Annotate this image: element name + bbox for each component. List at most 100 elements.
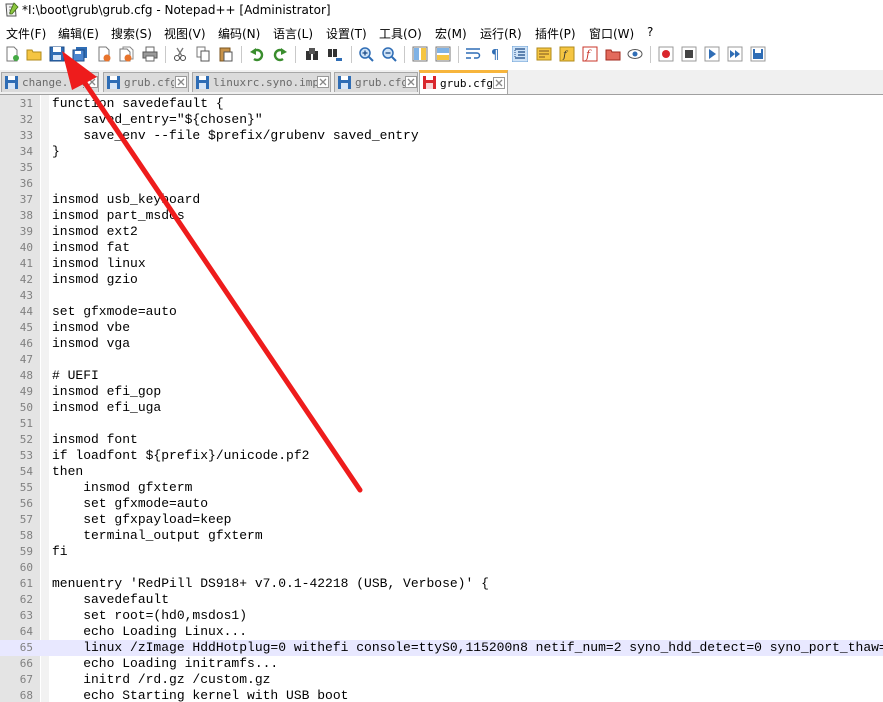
print-icon[interactable] <box>142 46 158 62</box>
menu-help[interactable]: ? <box>647 25 653 39</box>
code-line[interactable]: 53 if loadfont ${prefix}/unicode.pf2 <box>0 448 883 464</box>
document-map-icon[interactable] <box>536 46 552 62</box>
copy-icon[interactable] <box>195 46 211 62</box>
code-text[interactable]: insmod fat <box>52 240 130 256</box>
code-text[interactable]: terminal_output gfxterm <box>52 528 262 544</box>
save-icon[interactable] <box>49 46 65 62</box>
code-text[interactable]: insmod ext2 <box>52 224 138 240</box>
run-macro-multiple-icon[interactable] <box>727 46 743 62</box>
save-all-icon[interactable] <box>72 46 88 62</box>
tab-close-icon[interactable] <box>317 76 329 88</box>
code-line[interactable]: 36 <box>0 176 883 192</box>
code-text[interactable]: insmod vga <box>52 336 130 352</box>
cut-icon[interactable] <box>172 46 188 62</box>
code-line[interactable]: 34} <box>0 144 883 160</box>
code-text[interactable]: insmod gzio <box>52 272 138 288</box>
code-text[interactable]: set gfxmode=auto <box>52 304 177 320</box>
code-line[interactable]: 37 insmod usb_keyboard <box>0 192 883 208</box>
tab-close-icon[interactable] <box>493 77 505 89</box>
code-line[interactable]: 60 <box>0 560 883 576</box>
code-line[interactable]: 52 insmod font <box>0 432 883 448</box>
undo-icon[interactable] <box>249 46 265 62</box>
tab-linuxrc-syno-impl[interactable]: linuxrc.syno.impl <box>192 72 331 92</box>
menu-window[interactable]: 窗口(W) <box>589 25 634 42</box>
code-text[interactable]: # UEFI <box>52 368 99 384</box>
menu-edit[interactable]: 编辑(E) <box>58 25 99 42</box>
code-text[interactable]: insmod part_msdos <box>52 208 185 224</box>
code-line[interactable]: 56 set gfxmode=auto <box>0 496 883 512</box>
code-line[interactable]: 33 save_env --file $prefix/grubenv saved… <box>0 128 883 144</box>
close-all-icon[interactable] <box>118 46 134 62</box>
menu-run[interactable]: 运行(R) <box>480 25 522 42</box>
function-list-icon[interactable]: f <box>559 46 575 62</box>
code-line[interactable]: 46 insmod vga <box>0 336 883 352</box>
find-icon[interactable] <box>304 46 320 62</box>
record-macro-icon[interactable] <box>658 46 674 62</box>
code-text[interactable]: linux /zImage HddHotplug=0 withefi conso… <box>52 640 883 656</box>
code-line[interactable]: 32 saved_entry="${chosen}" <box>0 112 883 128</box>
code-line[interactable]: 68 echo Starting kernel with USB boot <box>0 688 883 702</box>
code-line[interactable]: 62 savedefault <box>0 592 883 608</box>
redo-icon[interactable] <box>272 46 288 62</box>
menu-view[interactable]: 视图(V) <box>164 25 206 42</box>
code-line[interactable]: 44 set gfxmode=auto <box>0 304 883 320</box>
code-text[interactable]: echo Loading initramfs... <box>52 656 278 672</box>
code-line[interactable]: 64 echo Loading Linux... <box>0 624 883 640</box>
code-line[interactable]: 50 insmod efi_uga <box>0 400 883 416</box>
code-line[interactable]: 40 insmod fat <box>0 240 883 256</box>
code-text[interactable]: insmod efi_gop <box>52 384 161 400</box>
new-icon[interactable] <box>4 46 20 62</box>
code-line[interactable]: 61 menuentry 'RedPill DS918+ v7.0.1-42218… <box>0 576 883 592</box>
code-text[interactable]: set gfxpayload=keep <box>52 512 231 528</box>
code-line[interactable]: 35 <box>0 160 883 176</box>
tab-close-icon[interactable] <box>175 76 187 88</box>
sync-horizontal-icon[interactable] <box>435 46 451 62</box>
code-text[interactable]: set gfxmode=auto <box>52 496 208 512</box>
paste-icon[interactable] <box>218 46 234 62</box>
folder-workspace-icon[interactable]: f <box>582 46 598 62</box>
code-line[interactable]: 57 set gfxpayload=keep <box>0 512 883 528</box>
code-text[interactable]: insmod gfxterm <box>52 480 192 496</box>
code-text[interactable]: initrd /rd.gz /custom.gz <box>52 672 270 688</box>
menu-plugins[interactable]: 插件(P) <box>535 25 576 42</box>
code-text[interactable]: menuentry 'RedPill DS918+ v7.0.1-42218 (… <box>52 576 489 592</box>
code-line[interactable]: 45 insmod vbe <box>0 320 883 336</box>
monitor-icon[interactable] <box>627 46 643 62</box>
zoom-out-icon[interactable] <box>381 46 397 62</box>
code-line[interactable]: 47 <box>0 352 883 368</box>
code-line[interactable]: 42 insmod gzio <box>0 272 883 288</box>
show-all-chars-icon[interactable]: ¶ <box>488 46 504 62</box>
code-line[interactable]: 55 insmod gfxterm <box>0 480 883 496</box>
code-text[interactable]: echo Loading Linux... <box>52 624 247 640</box>
sync-vertical-icon[interactable] <box>412 46 428 62</box>
code-line[interactable]: 58 terminal_output gfxterm <box>0 528 883 544</box>
code-text[interactable]: savedefault <box>52 592 169 608</box>
menu-file[interactable]: 文件(F) <box>6 25 46 42</box>
open-icon[interactable] <box>26 46 42 62</box>
menu-encoding[interactable]: 编码(N) <box>218 25 260 42</box>
menu-tools[interactable]: 工具(O) <box>379 25 422 42</box>
code-line[interactable]: 66 echo Loading initramfs... <box>0 656 883 672</box>
code-text[interactable]: fi <box>52 544 68 560</box>
tab-close-icon[interactable] <box>405 76 417 88</box>
code-text[interactable]: set root=(hd0,msdos1) <box>52 608 247 624</box>
code-line[interactable]: 38 insmod part_msdos <box>0 208 883 224</box>
code-text[interactable]: save_env --file $prefix/grubenv saved_en… <box>52 128 418 144</box>
indent-guide-icon[interactable] <box>512 46 528 62</box>
zoom-in-icon[interactable] <box>358 46 374 62</box>
tab-change-log[interactable]: change.log <box>1 72 99 92</box>
replace-icon[interactable] <box>327 46 343 62</box>
word-wrap-icon[interactable] <box>465 46 481 62</box>
code-text[interactable]: insmod font <box>52 432 138 448</box>
code-line[interactable]: 67 initrd /rd.gz /custom.gz <box>0 672 883 688</box>
code-text[interactable]: insmod usb_keyboard <box>52 192 200 208</box>
tab-grub-cfg-active[interactable]: grub.cfg <box>419 70 508 94</box>
save-macro-icon[interactable] <box>750 46 766 62</box>
code-text[interactable]: insmod vbe <box>52 320 130 336</box>
code-text[interactable]: saved_entry="${chosen}" <box>52 112 262 128</box>
tab-grub-cfg-2[interactable]: grub.cfg <box>334 72 418 92</box>
code-line[interactable]: 43 <box>0 288 883 304</box>
stop-macro-icon[interactable] <box>681 46 697 62</box>
menu-settings[interactable]: 设置(T) <box>326 25 367 42</box>
menu-language[interactable]: 语言(L) <box>273 25 313 42</box>
